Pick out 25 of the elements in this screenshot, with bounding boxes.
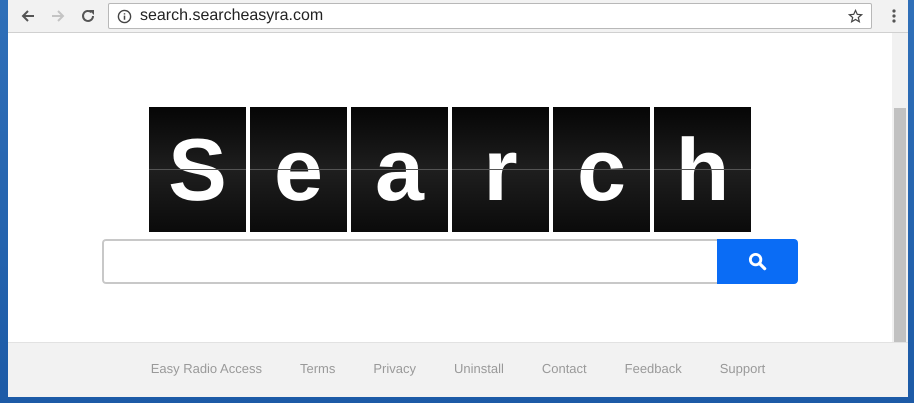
logo-letter-tile: r: [452, 107, 549, 232]
star-icon[interactable]: [848, 8, 863, 24]
search-icon: [748, 252, 767, 271]
logo-letter-tile: S: [149, 107, 246, 232]
scrollbar[interactable]: [892, 33, 908, 342]
back-icon[interactable]: [20, 8, 36, 24]
footer-link[interactable]: Support: [720, 361, 766, 376]
logo-letter-tile: h: [654, 107, 751, 232]
reload-icon[interactable]: [80, 8, 96, 24]
menu-icon[interactable]: [892, 8, 896, 24]
scrollbar-thumb[interactable]: [894, 108, 906, 345]
url-text: search.searcheasyra.com: [140, 7, 324, 25]
footer-link[interactable]: Easy Radio Access: [150, 361, 262, 376]
footer-link[interactable]: Uninstall: [454, 361, 504, 376]
search-field[interactable]: [102, 239, 717, 284]
footer-link[interactable]: Privacy: [373, 361, 416, 376]
footer-link[interactable]: Contact: [542, 361, 587, 376]
logo-letter-tile: a: [351, 107, 448, 232]
logo-letter-tile: e: [250, 107, 347, 232]
address-bar[interactable]: search.searcheasyra.com: [108, 3, 872, 29]
footer-link[interactable]: Feedback: [624, 361, 682, 376]
search-button[interactable]: [717, 239, 798, 284]
logo-letter-tile: c: [553, 107, 650, 232]
footer-link[interactable]: Terms: [300, 361, 336, 376]
info-icon: [117, 8, 132, 24]
